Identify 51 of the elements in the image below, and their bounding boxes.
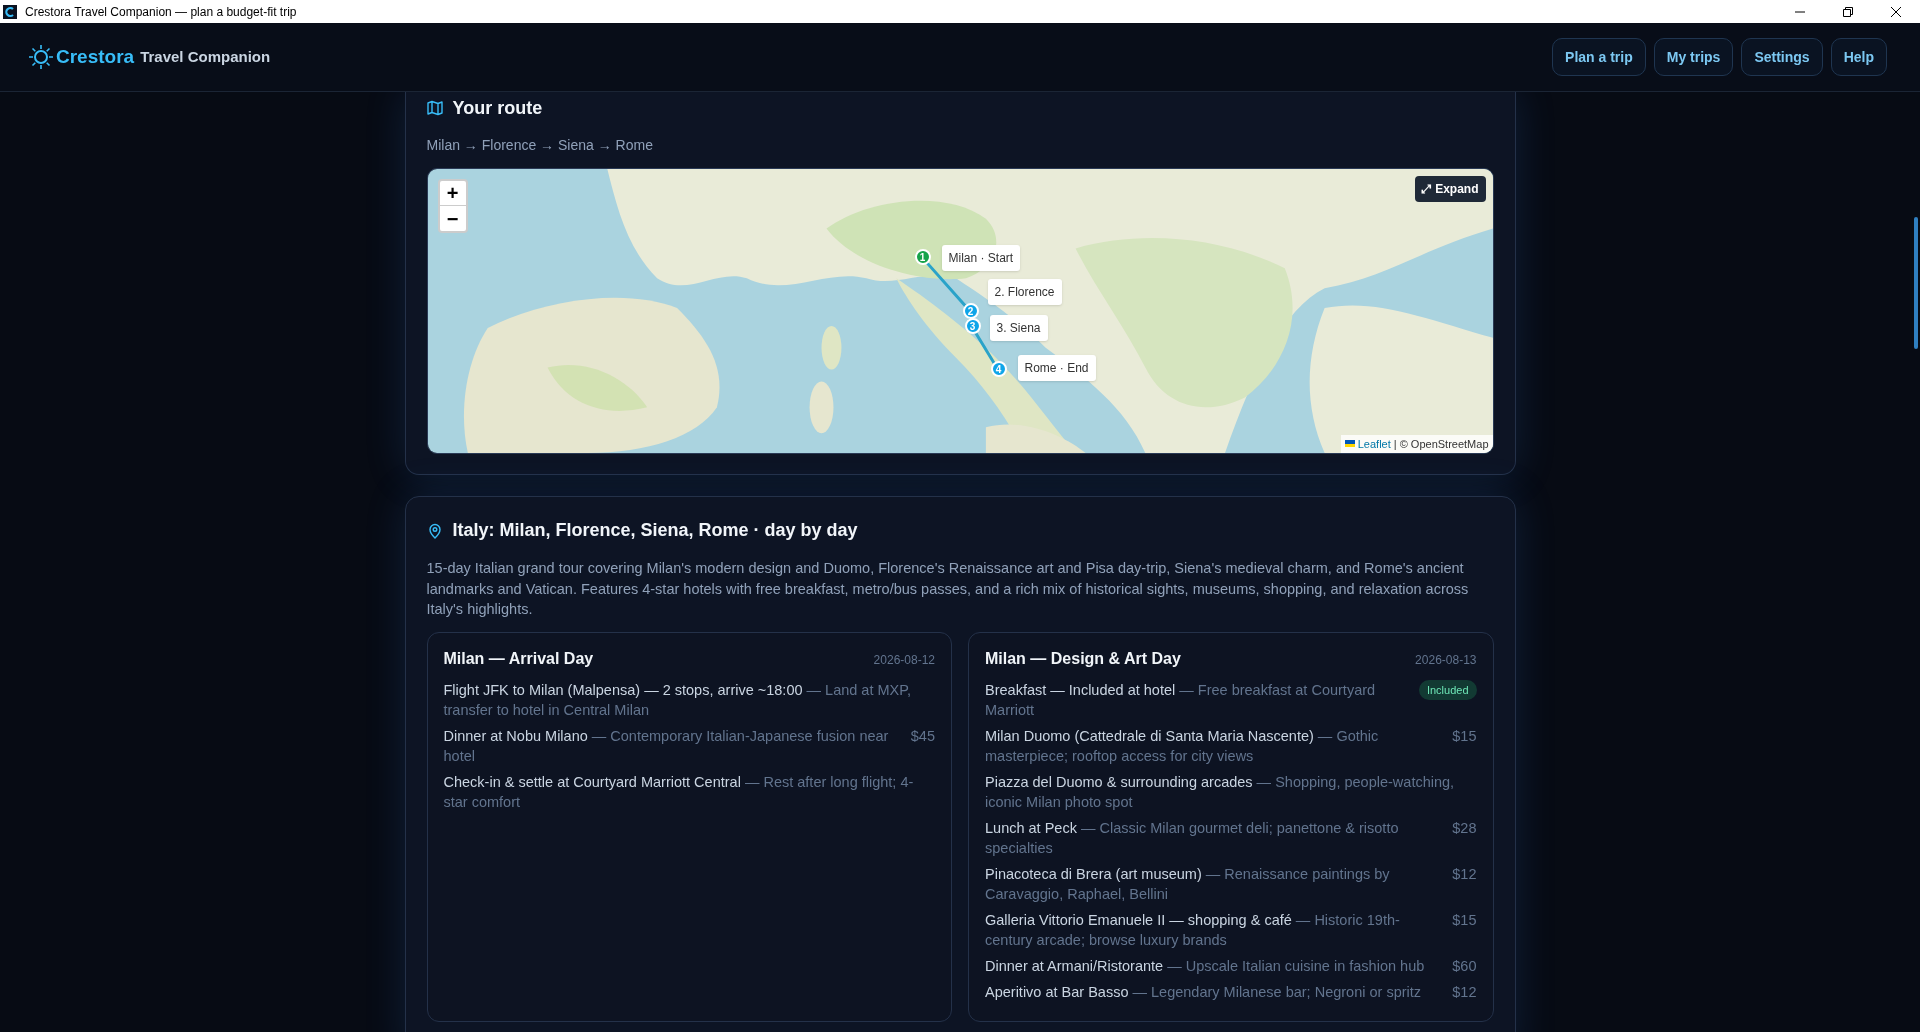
marker-tooltip: Rome · End xyxy=(1017,355,1096,381)
activity-text: Piazza del Duomo & surrounding arcades — Shopping, people-watching, iconic Milan photo spot xyxy=(985,772,1456,812)
activity-text: Milan Duomo (Cattedrale di Santa Maria Nascente) — Gothic masterpiece; rooftop access for city views xyxy=(985,726,1380,766)
route-summary: Milan → Florence → Siena → Rome xyxy=(426,136,654,155)
marker-tooltip: Milan · Start xyxy=(941,245,1021,271)
flag-icon xyxy=(1344,440,1355,448)
zoom-out-button[interactable]: − xyxy=(439,206,466,231)
location-pin-icon xyxy=(426,522,443,539)
section-title: Italy: Milan, Florence, Siena, Rome · day by day xyxy=(452,519,858,542)
scrollbar-thumb[interactable] xyxy=(1914,217,1918,349)
expand-button[interactable]: ⤢ Expand xyxy=(1414,176,1486,202)
map-attribution: | © OpenStreetMap xyxy=(1393,436,1489,452)
activity-text: Aperitivo at Bar Basso — Legendary Milanese bar; Negroni or spritz xyxy=(985,982,1423,1002)
brand-subtitle: Travel Companion xyxy=(140,46,271,67)
logo-icon xyxy=(27,43,55,71)
price-label: $15 xyxy=(1452,726,1477,746)
map-icon xyxy=(426,100,443,116)
activity-text: Breakfast — Included at hotel — Free breakfast at Courtyard Marriott xyxy=(985,680,1377,720)
marker-tooltip: 3. Siena xyxy=(989,315,1048,341)
activity-text: Lunch at Peck — Classic Milan gourmet deli; panettone & risotto specialties xyxy=(985,818,1400,858)
day-date: 2026-08-12 xyxy=(873,651,935,669)
zoom-in-button[interactable]: + xyxy=(439,181,466,206)
nav-button[interactable]: Settings xyxy=(1741,38,1823,76)
brand-name: Crestora xyxy=(56,44,135,69)
price-label: $12 xyxy=(1452,982,1477,1002)
price-label: $60 xyxy=(1452,956,1477,976)
trip-description: 15-day Italian grand tour covering Milan's modern design and Duomo, Florence's Renaissance art and Pisa day-trip, Siena's medieval charm, and Rome's ancient landmarks and Vatican. Features 4-star hotels with free breakfast, metro/bus passes, and a rich mix of historical sights, museums, shopping, and relaxation across Italy's highlights. xyxy=(426,559,1470,619)
close-icon[interactable] xyxy=(1891,6,1901,17)
activity-text: Check-in & settle at Courtyard Marriott Central — Rest after long flight; 4-star comfort xyxy=(443,772,915,812)
nav-button[interactable]: Plan a trip xyxy=(1552,38,1646,76)
app-icon xyxy=(3,4,17,19)
activity-text: Flight JFK to Milan (Malpensa) — 2 stops, arrive ~18:00 — Land at MXP, transfer to hotel in Central Milan xyxy=(443,680,913,720)
day-title: Milan — Design & Art Day xyxy=(985,648,1181,669)
activity-text: Dinner at Armani/Ristorante — Upscale Italian cuisine in fashion hub xyxy=(985,956,1426,976)
price-label: $12 xyxy=(1452,864,1477,884)
price-label: $28 xyxy=(1452,818,1477,838)
nav-button[interactable]: My trips xyxy=(1653,38,1734,76)
restore-icon[interactable] xyxy=(1843,6,1853,17)
nav-button[interactable]: Help xyxy=(1830,38,1887,76)
price-label: $45 xyxy=(910,726,935,746)
activity-text: Galleria Vittorio Emanuele II — shopping & café — Historic 19th-century arcade; browse luxury brands xyxy=(985,910,1401,950)
window-title: Crestora Travel Companion — plan a budget-fit trip xyxy=(25,3,297,21)
activity-text: Dinner at Nobu Milano — Contemporary Italian-Japanese fusion near hotel xyxy=(443,726,890,766)
day-title: Milan — Arrival Day xyxy=(443,648,594,669)
marker-tooltip: 2. Florence xyxy=(987,279,1062,305)
price-label: $15 xyxy=(1452,910,1477,930)
activity-text: Pinacoteca di Brera (art museum) — Renaissance paintings by Caravaggio, Raphael, Bellini xyxy=(985,864,1391,904)
included-badge: Included xyxy=(1418,679,1477,700)
attribution-link[interactable]: Leaflet xyxy=(1357,435,1391,452)
section-title: Your route xyxy=(452,96,543,120)
day-date: 2026-08-13 xyxy=(1415,651,1477,669)
